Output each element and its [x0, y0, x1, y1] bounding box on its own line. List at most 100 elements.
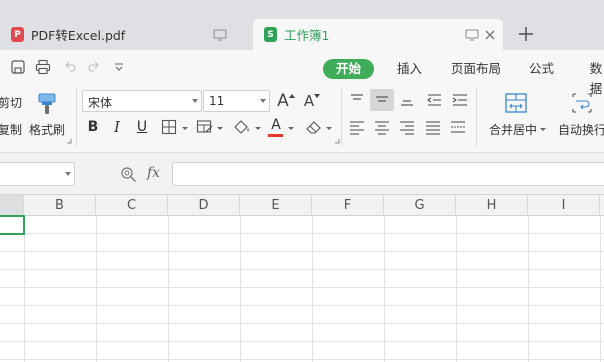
column-header-b[interactable]: B: [24, 195, 96, 216]
spreadsheet-grid[interactable]: B C D E F G H I: [0, 195, 604, 362]
borders-icon[interactable]: [161, 119, 177, 135]
font-group-expand-icon[interactable]: [334, 138, 340, 144]
merge-center-button[interactable]: 合并居中: [489, 121, 537, 138]
align-middle-icon: [376, 96, 388, 102]
italic-button[interactable]: I: [108, 117, 126, 137]
wrap-text-icon[interactable]: [570, 91, 594, 115]
new-tab-plus-icon[interactable]: [516, 24, 536, 44]
close-icon[interactable]: [483, 28, 497, 42]
monitor-icon[interactable]: [465, 28, 479, 42]
customize-toolbar-chevron-icon[interactable]: [111, 59, 127, 75]
align-center-icon[interactable]: [373, 119, 391, 135]
font-color-glyph: A: [271, 116, 281, 133]
underline-button[interactable]: U: [133, 117, 151, 137]
undo-icon[interactable]: [62, 59, 78, 75]
align-bottom-icon[interactable]: [398, 92, 416, 108]
table-row[interactable]: [0, 234, 604, 252]
tab-workbook[interactable]: S 工作簿1: [253, 19, 503, 50]
bold-button[interactable]: B: [84, 117, 102, 137]
chevron-down-icon[interactable]: [182, 127, 188, 130]
insert-function-button[interactable]: fx: [147, 165, 160, 181]
menu-tab-data[interactable]: 数据: [588, 59, 604, 96]
group-separator: [76, 88, 77, 146]
save-icon[interactable]: [10, 59, 26, 75]
column-header-j[interactable]: [600, 195, 604, 216]
chevron-down-icon[interactable]: [540, 128, 546, 131]
chevron-down-icon[interactable]: [288, 127, 294, 130]
increase-font-size-glyph: A: [277, 91, 289, 111]
table-row[interactable]: [0, 324, 604, 342]
format-painter-label[interactable]: 格式刷: [29, 121, 65, 138]
font-color-swatch: [268, 134, 283, 137]
formula-bar: fx: [0, 153, 604, 195]
underline-glyph: U: [136, 119, 148, 135]
cut-button[interactable]: 剪切: [0, 94, 22, 111]
auto-wrap-button[interactable]: 自动换行: [558, 121, 604, 138]
menu-tab-page-layout[interactable]: 页面布局: [451, 59, 501, 79]
chevron-down-icon[interactable]: [326, 127, 332, 130]
table-row[interactable]: [0, 216, 604, 234]
name-box[interactable]: [0, 162, 75, 186]
align-middle-button[interactable]: [370, 89, 394, 111]
menu-tab-formulas[interactable]: 公式: [529, 59, 554, 79]
decrease-indent-icon[interactable]: [425, 92, 443, 108]
monitor-icon[interactable]: [213, 28, 227, 42]
chevron-down-icon[interactable]: [217, 127, 223, 130]
caret-up-icon: [288, 94, 295, 98]
column-header-f[interactable]: F: [312, 195, 384, 216]
copy-button[interactable]: 复制: [0, 121, 22, 138]
column-header-d[interactable]: D: [168, 195, 240, 216]
group-separator: [341, 88, 342, 146]
chevron-down-icon: [192, 99, 198, 103]
zoom-lookup-icon[interactable]: [120, 166, 137, 183]
chevron-down-icon: [260, 99, 266, 103]
decrease-font-size-button[interactable]: A: [303, 90, 321, 112]
column-header-g[interactable]: G: [384, 195, 456, 216]
chevron-down-icon[interactable]: [65, 172, 71, 176]
table-row[interactable]: [0, 252, 604, 270]
increase-font-size-button[interactable]: A: [276, 90, 296, 112]
formula-input[interactable]: [172, 162, 604, 186]
font-size-select[interactable]: 11: [203, 90, 270, 112]
pdf-file-icon: P: [11, 27, 24, 42]
italic-glyph: I: [114, 118, 120, 136]
align-right-icon[interactable]: [398, 119, 416, 135]
distributed-align-icon[interactable]: [449, 119, 467, 135]
print-icon[interactable]: [35, 59, 51, 75]
align-left-icon[interactable]: [348, 119, 366, 135]
menu-tab-home[interactable]: 开始: [323, 59, 375, 79]
table-row[interactable]: [0, 306, 604, 324]
column-header-a[interactable]: [0, 195, 24, 216]
table-row[interactable]: [0, 288, 604, 306]
clear-formatting-eraser-icon[interactable]: [305, 119, 323, 135]
merge-center-label: 合并居中: [489, 123, 538, 137]
clipboard-group-expand-icon[interactable]: [66, 138, 72, 144]
font-name-select[interactable]: 宋体: [82, 90, 202, 112]
increase-indent-icon[interactable]: [451, 92, 469, 108]
menu-tab-insert[interactable]: 插入: [397, 59, 422, 79]
bold-glyph: B: [87, 119, 99, 135]
table-row[interactable]: [0, 270, 604, 288]
active-cell-selection[interactable]: [0, 215, 25, 235]
format-painter-icon[interactable]: [36, 92, 58, 116]
cell-fill-style-icon[interactable]: [196, 119, 214, 135]
redo-icon[interactable]: [86, 59, 102, 75]
column-header-e[interactable]: E: [240, 195, 312, 216]
align-top-icon[interactable]: [348, 92, 366, 108]
column-header-c[interactable]: C: [96, 195, 168, 216]
group-separator: [476, 88, 477, 146]
chevron-down-icon[interactable]: [255, 127, 261, 130]
tab-pdf-document[interactable]: P PDF转Excel.pdf: [0, 19, 248, 50]
auto-wrap-label: 自动换行: [558, 123, 604, 137]
fill-color-bucket-icon[interactable]: [232, 118, 252, 136]
document-tab-bar: P PDF转Excel.pdf S 工作簿1: [0, 0, 604, 50]
font-color-button[interactable]: A: [267, 116, 285, 136]
justify-icon[interactable]: [424, 119, 442, 135]
table-row[interactable]: [0, 342, 604, 360]
column-header-i[interactable]: I: [528, 195, 600, 216]
merge-center-icon[interactable]: [504, 91, 528, 115]
caret-down-icon: [314, 94, 321, 98]
decrease-font-size-glyph: A: [303, 92, 315, 110]
column-header-h[interactable]: H: [456, 195, 528, 216]
font-name-value: 宋体: [88, 96, 113, 110]
